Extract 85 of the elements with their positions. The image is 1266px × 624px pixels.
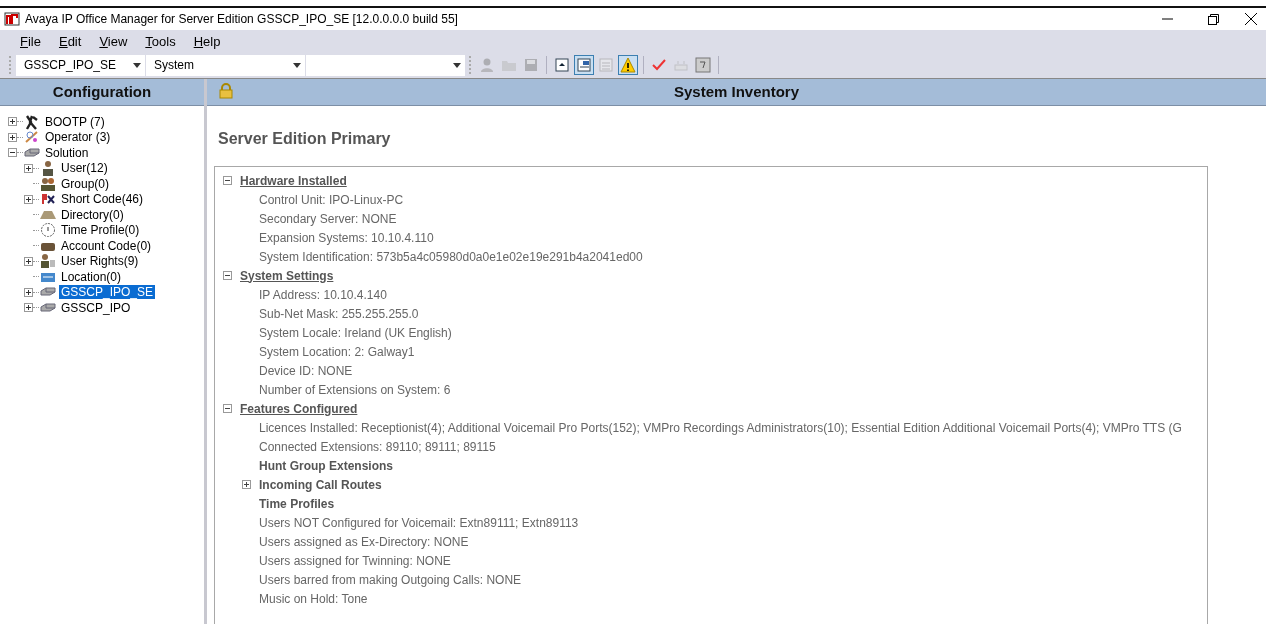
- group-heading[interactable]: Incoming Call Routes: [259, 477, 382, 492]
- inventory-line: Licences Installed: Receptionist(4); Additional Voicemail Pro Ports(152); VMPro Recordings Administrators(10); Essential Edition Additional Voicemail Ports(4); VMPro TTS (G: [259, 420, 1182, 435]
- dropdown[interactable]: System: [146, 54, 306, 76]
- panel-icon: [554, 57, 570, 73]
- expander-icon[interactable]: [24, 163, 33, 173]
- inventory-line: System Location: 2: Galway1: [259, 344, 415, 359]
- inventory-line: Music on Hold: Tone: [259, 591, 368, 606]
- inventory-line: Control Unit: IPO-Linux-PC: [259, 192, 404, 207]
- inventory-line: IP Address: 10.10.4.140: [259, 287, 387, 302]
- menu-item[interactable]: View: [91, 33, 136, 49]
- tree-item[interactable]: GSSCP_IPO_SE: [59, 285, 156, 300]
- tree-item[interactable]: Time Profile(0): [59, 223, 142, 238]
- expander-icon[interactable]: [8, 148, 17, 158]
- tree-item[interactable]: User(12): [59, 161, 110, 176]
- tree-item[interactable]: Operator (3): [43, 130, 113, 145]
- tools-icon: [24, 113, 40, 130]
- section-title: Server Edition Primary: [217, 129, 392, 149]
- lock-icon: [219, 83, 233, 99]
- inventory-line: Number of Extensions on System: 6: [259, 382, 451, 397]
- app-icon: [4, 11, 20, 27]
- tree-item[interactable]: Group(0): [59, 176, 112, 191]
- menu-item[interactable]: Edit: [50, 33, 90, 49]
- toolbar-button[interactable]: [618, 55, 638, 75]
- inventory-line: Sub-Net Mask: 255.255.255.0: [259, 306, 419, 321]
- group-icon: [40, 175, 56, 192]
- close-icon: [1245, 13, 1257, 25]
- tree-item[interactable]: BOOTP (7): [43, 114, 107, 129]
- inventory-line: Expansion Systems: 10.10.4.110: [259, 230, 434, 245]
- restore-icon: [1207, 13, 1219, 25]
- collapse-icon[interactable]: [223, 176, 232, 185]
- list-icon: [598, 57, 614, 73]
- tree-item[interactable]: Directory(0): [59, 207, 126, 222]
- inventory-line: Connected Extensions: 89110; 89111; 89115: [259, 439, 496, 454]
- menu-item[interactable]: Tools: [137, 33, 184, 49]
- section-heading[interactable]: Features Configured: [240, 401, 358, 416]
- group-heading: Time Profiles: [259, 496, 335, 511]
- toolbar-button[interactable]: [552, 55, 572, 75]
- collapse-icon[interactable]: [223, 271, 232, 280]
- menu-item[interactable]: Help: [185, 33, 229, 49]
- tree-item[interactable]: Solution: [43, 145, 91, 160]
- user-rights-icon: [40, 253, 56, 270]
- expander-icon[interactable]: [24, 256, 33, 266]
- expander-icon[interactable]: [8, 117, 17, 127]
- expander-icon[interactable]: [24, 287, 33, 297]
- dropdown-arrow-icon: [293, 62, 301, 68]
- person-icon: [479, 57, 495, 73]
- inventory-line: Users assigned as Ex-Directory: NONE: [259, 534, 469, 549]
- menu-item[interactable]: File: [12, 33, 49, 49]
- inventory-line: System Locale: Ireland (UK English): [259, 325, 452, 340]
- window-title: Avaya IP Office Manager for Server Edition GSSCP_IPO_SE [12.0.0.0.0 build 55]: [25, 12, 458, 26]
- tree-item[interactable]: GSSCP_IPO: [59, 300, 133, 315]
- inventory-line: Secondary Server: NONE: [259, 211, 397, 226]
- save-icon: [523, 57, 539, 73]
- panel-header: System Inventory: [207, 79, 1266, 106]
- tree-item[interactable]: User Rights(9): [59, 254, 141, 269]
- tree-item[interactable]: Short Code(46): [59, 192, 146, 207]
- expander-icon[interactable]: [24, 194, 33, 204]
- inventory-line: Users NOT Configured for Voicemail: Extn89111; Extn89113: [259, 515, 579, 530]
- section-heading[interactable]: Hardware Installed: [240, 173, 347, 188]
- tree-item[interactable]: Account Code(0): [59, 238, 154, 253]
- inventory-line: Device ID: NONE: [259, 363, 353, 378]
- expander-icon[interactable]: [24, 303, 33, 313]
- user-icon: [40, 160, 56, 177]
- expand-icon[interactable]: [242, 480, 251, 489]
- tree-item[interactable]: Location(0): [59, 269, 124, 284]
- inventory-line: Users assigned for Twinning: NONE: [259, 553, 451, 568]
- clock-icon: [40, 222, 56, 239]
- panel-icon: [576, 57, 592, 73]
- dropdown-arrow-icon: [453, 62, 461, 68]
- dropdown[interactable]: GSSCP_IPO_SE: [16, 54, 146, 76]
- help-icon: [695, 57, 711, 73]
- minimize-icon: [1161, 18, 1173, 20]
- toolbar-button[interactable]: [574, 55, 594, 75]
- group-heading: Hunt Group Extensions: [259, 458, 393, 473]
- expander-icon[interactable]: [8, 132, 17, 142]
- dropdown-arrow-icon: [133, 62, 141, 68]
- wand-icon: [24, 129, 40, 146]
- panel-header: Configuration: [0, 79, 204, 106]
- inventory-line: System Identification: 573b5a4c05980d0a0e1e02e19e291b4a2041ed00: [259, 249, 643, 264]
- inventory-line: Users barred from making Outgoing Calls: NONE: [259, 572, 522, 587]
- collapse-icon[interactable]: [223, 404, 232, 413]
- checkmark-icon: [651, 57, 667, 73]
- warning-icon: [620, 57, 636, 73]
- directory-icon: [40, 210, 56, 219]
- section-heading[interactable]: System Settings: [240, 268, 334, 283]
